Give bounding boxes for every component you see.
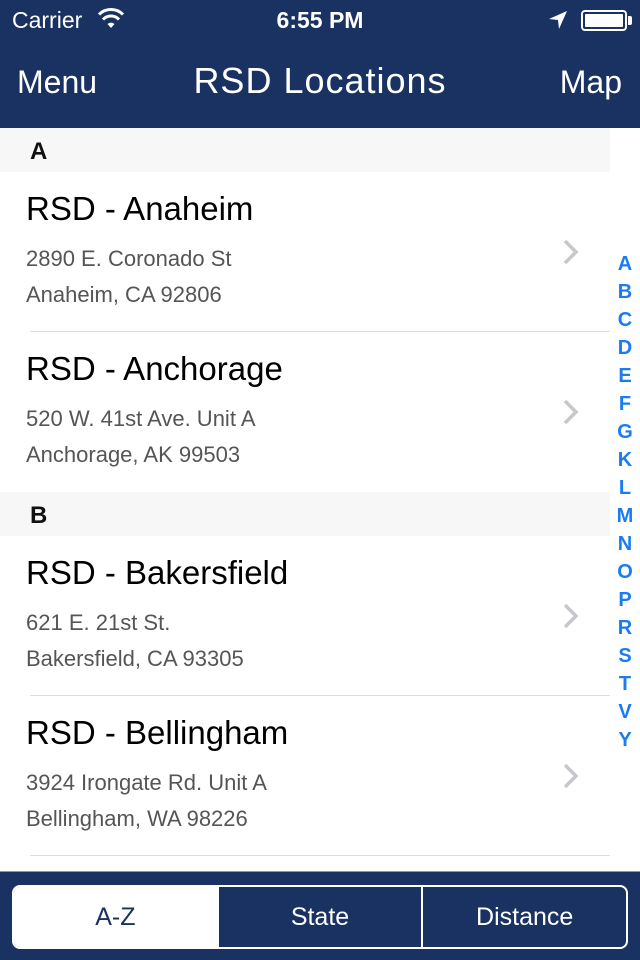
- location-name: RSD - Bellingham: [26, 714, 289, 751]
- section-letter: A: [30, 138, 48, 165]
- index-letter[interactable]: D: [610, 334, 640, 362]
- location-name: RSD - Anchorage: [26, 350, 283, 387]
- section-letter: B: [30, 502, 48, 529]
- index-letter[interactable]: G: [610, 418, 640, 446]
- index-letter[interactable]: C: [610, 306, 640, 334]
- section-index[interactable]: A B C D E F G K L M N O P R S T V Y: [610, 250, 640, 754]
- location-address-line1: 2890 E. Coronado St: [26, 246, 232, 271]
- index-letter[interactable]: E: [610, 362, 640, 390]
- location-name: RSD - Anaheim: [26, 190, 254, 227]
- segment-distance[interactable]: Distance: [421, 887, 626, 947]
- segment-a-z[interactable]: A-Z: [14, 887, 217, 947]
- status-bar: Carrier 6:55 PM: [0, 0, 640, 40]
- location-address-line2: Bellingham, WA 98226: [26, 806, 248, 831]
- list-item[interactable]: RSD - Bakersfield 621 E. 21st St. Bakers…: [0, 536, 610, 696]
- section-header-a: A: [0, 128, 610, 172]
- index-letter[interactable]: T: [610, 670, 640, 698]
- index-letter[interactable]: F: [610, 390, 640, 418]
- locations-list[interactable]: A RSD - Anaheim 2890 E. Coronado St Anah…: [0, 128, 640, 872]
- index-letter[interactable]: L: [610, 474, 640, 502]
- index-letter[interactable]: P: [610, 586, 640, 614]
- list-item[interactable]: RSD - Anaheim 2890 E. Coronado St Anahei…: [0, 172, 610, 332]
- chevron-right-icon: [563, 399, 579, 425]
- index-letter[interactable]: N: [610, 530, 640, 558]
- location-address-line2: Bakersfield, CA 93305: [26, 646, 244, 671]
- index-letter[interactable]: O: [610, 558, 640, 586]
- location-address-line2: Anaheim, CA 92806: [26, 282, 222, 307]
- location-address-line2: Anchorage, AK 99503: [26, 442, 241, 467]
- chevron-right-icon: [563, 239, 579, 265]
- bottom-toolbar: A-Z State Distance: [0, 871, 640, 960]
- header: Carrier 6:55 PM Menu RSD Locations Map: [0, 0, 640, 128]
- sort-segmented-control[interactable]: A-Z State Distance: [12, 885, 628, 949]
- map-button[interactable]: Map: [560, 64, 622, 101]
- location-address-line1: 520 W. 41st Ave. Unit A: [26, 406, 256, 431]
- chevron-right-icon: [563, 763, 579, 789]
- index-letter[interactable]: B: [610, 278, 640, 306]
- list-item[interactable]: RSD - Anchorage 520 W. 41st Ave. Unit A …: [0, 332, 610, 492]
- status-time: 6:55 PM: [276, 7, 364, 33]
- index-letter[interactable]: V: [610, 698, 640, 726]
- location-address-line1: 621 E. 21st St.: [26, 610, 171, 635]
- segment-state[interactable]: State: [216, 887, 422, 947]
- index-letter[interactable]: S: [610, 642, 640, 670]
- chevron-right-icon: [563, 603, 579, 629]
- index-letter[interactable]: R: [610, 614, 640, 642]
- battery-icon: [581, 10, 627, 31]
- battery-tip: [628, 16, 632, 25]
- row-divider: [30, 855, 610, 856]
- index-letter[interactable]: A: [610, 250, 640, 278]
- location-address-line1: 3924 Irongate Rd. Unit A: [26, 770, 267, 795]
- location-name: RSD - Bakersfield: [26, 554, 289, 591]
- page-title: RSD Locations: [193, 60, 447, 101]
- list-item[interactable]: RSD - Bellingham 3924 Irongate Rd. Unit …: [0, 696, 610, 856]
- section-header-b: B: [0, 492, 610, 536]
- index-letter[interactable]: K: [610, 446, 640, 474]
- location-arrow-icon: [549, 11, 567, 29]
- index-letter[interactable]: Y: [610, 726, 640, 754]
- index-letter[interactable]: M: [610, 502, 640, 530]
